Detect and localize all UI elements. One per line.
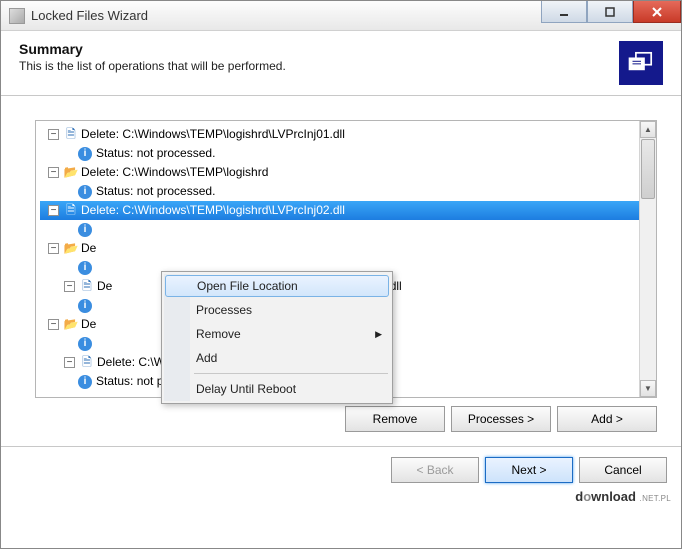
menu-remove[interactable]: Remove ▶ [164,322,390,346]
status-label: Status: not processed. [96,182,215,201]
vertical-scrollbar[interactable]: ▲ ▼ [639,121,656,397]
page-subtext: This is the list of operations that will… [19,59,619,73]
menu-item-label: Remove [196,327,241,341]
processes-button[interactable]: Processes > [451,406,551,432]
collapse-icon[interactable]: − [64,357,75,368]
back-button[interactable]: < Back [391,457,479,483]
watermark: download .NET.PL [575,489,671,504]
cancel-button[interactable]: Cancel [579,457,667,483]
minimize-button[interactable] [541,1,587,23]
status-label: Status: not processed. [96,144,215,163]
wizard-header: Summary This is the list of operations t… [1,31,681,96]
collapse-icon[interactable]: − [48,167,59,178]
submenu-arrow-icon: ▶ [375,329,382,340]
info-icon: i [78,147,92,161]
collapse-icon[interactable]: − [48,319,59,330]
tree-item-selected[interactable]: − 🗎 Delete: C:\Windows\TEMP\logishrd\LVP… [40,201,656,220]
menu-item-label: Delay Until Reboot [196,382,296,396]
folder-icon: 📂 [63,239,79,258]
file-icon: 🗎 [79,353,95,372]
tree-item-label: De [81,315,96,334]
scroll-down-button[interactable]: ▼ [640,380,656,397]
menu-delay-until-reboot[interactable]: Delay Until Reboot [164,377,390,401]
folder-icon: 📂 [63,163,79,182]
file-icon: 🗎 [63,125,79,144]
folder-icon: 📂 [63,315,79,334]
info-icon: i [78,185,92,199]
page-heading: Summary [19,41,619,57]
menu-item-label: Add [196,351,217,365]
info-icon: i [78,375,92,389]
menu-item-label: Open File Location [197,279,298,293]
close-button[interactable] [633,1,681,23]
maximize-button[interactable] [587,1,633,23]
window-title: Locked Files Wizard [31,8,148,23]
tree-item[interactable]: − 🗎 Delete: C:\Windows\TEMP\logishrd\LVP… [40,125,656,144]
info-icon: i [78,223,92,237]
tree-item[interactable]: − 📂 Delete: C:\Windows\TEMP\logishrd [40,163,656,182]
tree-item-label: Delete: C:\Windows\TEMP\logishrd\LVPrcIn… [81,201,345,220]
scroll-thumb[interactable] [641,139,655,199]
menu-separator [194,373,388,374]
watermark-suffix: .NET.PL [640,494,671,503]
tree-status: i Status: not processed. [40,182,656,201]
tree-item[interactable]: − 📂 De [40,239,656,258]
wizard-footer: < Back Next > Cancel [1,446,681,493]
menu-add[interactable]: Add [164,346,390,370]
action-row: Remove Processes > Add > [35,406,657,432]
info-icon: i [78,337,92,351]
collapse-icon[interactable]: − [48,205,59,216]
app-icon [9,8,25,24]
menu-open-file-location[interactable]: Open File Location [165,275,389,297]
watermark-text: download [575,489,636,504]
tree-status: i Status: not processed. [40,144,656,163]
info-icon: i [78,261,92,275]
add-button[interactable]: Add > [557,406,657,432]
collapse-icon[interactable]: − [48,129,59,140]
context-menu: Open File Location Processes Remove ▶ Ad… [161,271,393,404]
remove-button[interactable]: Remove [345,406,445,432]
tree-status: i [40,220,656,239]
file-icon: 🗎 [63,201,79,220]
menu-processes[interactable]: Processes [164,298,390,322]
tree-item-label: Delete: C:\Windows\TEMP\logishrd\LVPrcIn… [81,125,345,144]
next-button[interactable]: Next > [485,457,573,483]
file-icon: 🗎 [79,277,95,296]
titlebar: Locked Files Wizard [1,1,681,31]
menu-item-label: Processes [196,303,252,317]
wizard-icon [619,41,663,85]
collapse-icon[interactable]: − [48,243,59,254]
info-icon: i [78,299,92,313]
scroll-up-button[interactable]: ▲ [640,121,656,138]
tree-item-label: De [97,277,112,296]
tree-item-label: De [81,239,96,258]
window-controls [541,1,681,23]
collapse-icon[interactable]: − [64,281,75,292]
tree-item-label: Delete: C:\Windows\TEMP\logishrd [81,163,268,182]
